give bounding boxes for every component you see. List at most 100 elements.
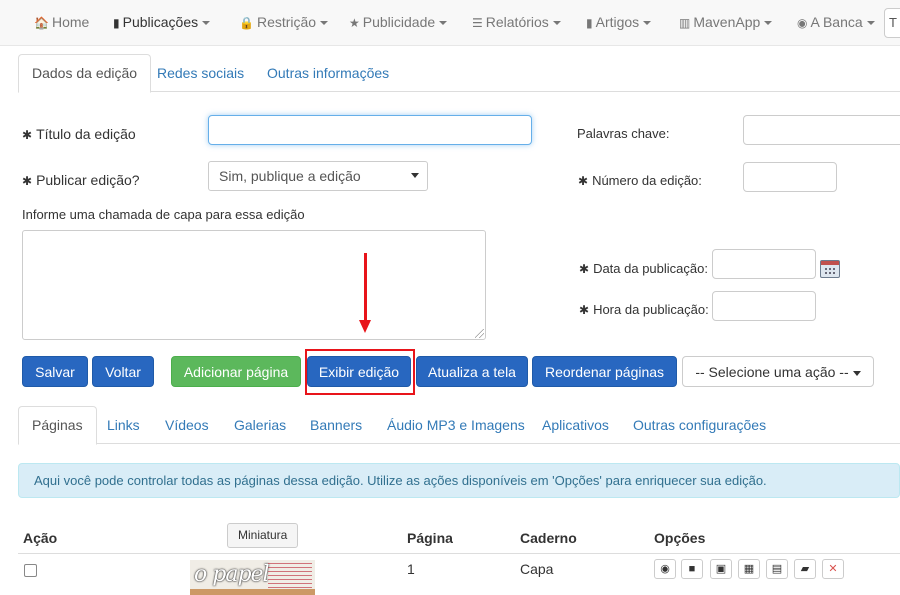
picture-icon[interactable]: ▣ [710,559,732,579]
nav-artigos-label: Artigos [595,14,640,30]
chevron-down-icon [202,21,211,26]
globe-icon[interactable]: ◉ [654,559,676,579]
bookmark-icon: ▮ [586,16,593,30]
tab-paginas[interactable]: Páginas [18,406,97,445]
publicar-select[interactable]: Sim, publique a edição [208,161,428,191]
hora-input[interactable] [712,291,816,321]
chevron-down-icon [643,21,652,26]
required-asterisk-icon: ✱ [579,303,590,317]
hora-label: ✱ Hora da publicação: [579,302,709,317]
header-caderno: Caderno [520,530,577,546]
selecione-acao-dropdown[interactable]: -- Selecione uma ação -- [682,356,874,387]
tab-videos[interactable]: Vídeos [152,406,222,444]
content-tabs: Páginas Links Vídeos Galerias Banners Áu… [18,406,900,445]
salvar-button[interactable]: Salvar [22,356,88,387]
tab-galerias[interactable]: Galerias [221,406,299,444]
row-select-checkbox[interactable] [24,564,37,577]
selecione-acao-label: -- Selecione uma ação -- [695,364,849,380]
palavras-label: Palavras chave: [577,126,670,141]
home-icon: 🏠 [34,16,49,30]
info-alert: Aqui você pode controlar todas as página… [18,463,900,498]
titulo-label-text: Título da edição [36,126,136,142]
chamada-label: Informe uma chamada de capa para essa ed… [22,207,305,222]
nav-home-label: Home [51,14,90,30]
tab-aplicativos[interactable]: Aplicativos [529,406,622,444]
tab-outras-informacoes[interactable]: Outras informações [254,54,402,92]
miniatura-button[interactable]: Miniatura [227,523,299,548]
nav-search-box[interactable]: T [884,8,900,38]
calendar-icon[interactable] [820,260,840,278]
publicar-label: ✱ Publicar edição? [22,172,140,188]
hora-label-text: Hora da publicação: [593,302,709,317]
delete-icon[interactable]: ✕ [822,559,844,579]
annotation-arrow-head-icon [359,320,371,333]
tab-banners[interactable]: Banners [297,406,375,444]
titulo-input[interactable] [208,115,532,145]
edition-tabs: Dados da edição Redes sociais Outras inf… [18,54,900,93]
nav-publicacoes[interactable]: ▮ Publicações [113,0,211,46]
list-icon: ☰ [472,16,483,30]
adicionar-pagina-button[interactable]: Adicionar página [171,356,301,387]
chevron-down-icon [411,173,419,178]
nav-a-banca[interactable]: ◉ A Banca [797,0,875,46]
numero-label-text: Número da edição: [592,173,702,188]
chevron-down-icon [852,370,861,376]
numero-input[interactable] [743,162,837,192]
numero-label: ✱ Número da edição: [578,173,702,188]
required-asterisk-icon: ✱ [578,174,589,188]
palavras-input[interactable] [743,115,900,145]
nav-restricao[interactable]: 🔒 Restrição [239,0,329,46]
tab-outras-configuracoes[interactable]: Outras configurações [620,406,779,444]
nav-home[interactable]: 🏠 Home [34,0,89,46]
nav-relatorios[interactable]: ☰ Relatórios [472,0,561,46]
nav-publicidade-label: Publicidade [362,14,436,30]
book-icon[interactable]: ▰ [794,559,816,579]
data-input[interactable] [712,249,816,279]
table-header-divider [18,553,900,554]
chamada-textarea[interactable] [22,230,486,340]
tab-audio-mp3-imagens[interactable]: Áudio MP3 e Imagens [374,406,538,444]
required-asterisk-icon: ✱ [22,174,33,188]
resize-grip-icon[interactable] [475,329,484,338]
nav-restricao-label: Restrição [256,14,317,30]
header-pagina: Página [407,530,453,546]
required-asterisk-icon: ✱ [22,128,33,142]
chevron-down-icon [439,21,448,26]
lock-icon: 🔒 [239,16,254,30]
titulo-label: ✱ Título da edição [22,126,136,142]
nav-a-banca-label: A Banca [810,14,863,30]
star-icon: ★ [349,16,360,30]
nav-publicacoes-label: Publicações [122,14,199,30]
reordenar-paginas-button[interactable]: Reordenar páginas [532,356,677,387]
atualiza-tela-button[interactable]: Atualiza a tela [416,356,528,387]
data-label: ✱ Data da publicação: [579,261,708,276]
grid-icon[interactable]: ▦ [738,559,760,579]
nav-relatorios-label: Relatórios [485,14,549,30]
header-acao: Ação [23,530,58,546]
thumbnail-text-lines [268,563,312,591]
nav-artigos[interactable]: ▮ Artigos [586,0,652,46]
barcode-icon: ▥ [679,16,691,30]
required-asterisk-icon: ✱ [579,262,590,276]
chevron-down-icon [552,21,561,26]
header-opcoes: Opções [654,530,706,546]
nav-mavenapp[interactable]: ▥ MavenApp [679,0,773,46]
top-navbar: 🏠 Home ▮ Publicações 🔒 Restrição ★ Publicida… [0,0,900,46]
voltar-button[interactable]: Voltar [92,356,154,387]
file-icon: ▮ [113,16,120,30]
tab-links[interactable]: Links [94,406,153,444]
window-icon[interactable]: ▤ [766,559,788,579]
thumbnail-bottom-strip [190,589,315,595]
video-camera-icon[interactable]: ■ [681,559,703,579]
page-thumbnail[interactable]: o papel [190,560,315,595]
publicar-label-text: Publicar edição? [36,172,140,188]
data-label-text: Data da publicação: [593,261,708,276]
row-caderno-value: Capa [520,561,554,577]
annotation-arrow-shaft [364,253,367,323]
chevron-down-icon [320,21,329,26]
tab-dados-da-edicao[interactable]: Dados da edição [18,54,152,93]
chevron-down-icon [764,21,773,26]
nav-publicidade[interactable]: ★ Publicidade [349,0,448,46]
tab-redes-sociais[interactable]: Redes sociais [144,54,257,92]
chevron-down-icon [866,21,875,26]
